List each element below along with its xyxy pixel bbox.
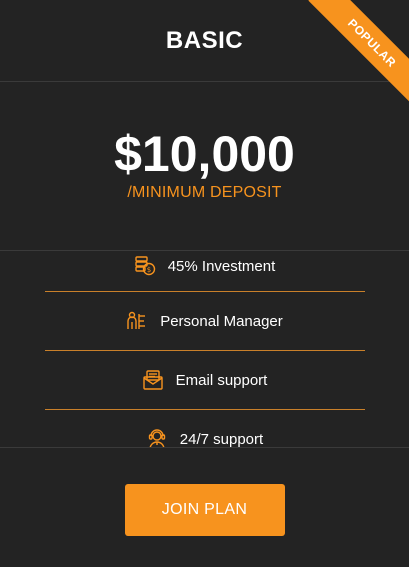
svg-text:$: $ bbox=[146, 266, 150, 274]
support-agent-icon bbox=[146, 428, 168, 447]
manager-icon bbox=[126, 310, 148, 332]
plan-price: $10,000 bbox=[114, 126, 295, 182]
list-item: $ 45% Investment bbox=[44, 251, 365, 292]
list-item: 24/7 support bbox=[45, 410, 365, 448]
feature-label: Personal Manager bbox=[160, 312, 283, 330]
price-caption: /MINIMUM DEPOSIT bbox=[127, 184, 282, 201]
card-footer: JOIN PLAN bbox=[0, 448, 409, 567]
pricing-card: POPULAR BASIC $10,000 /MINIMUM DEPOSIT $… bbox=[0, 0, 409, 567]
email-icon bbox=[142, 369, 164, 391]
price-block: $10,000 /MINIMUM DEPOSIT bbox=[0, 82, 409, 251]
list-item: Email support bbox=[44, 351, 365, 410]
join-plan-button[interactable]: JOIN PLAN bbox=[124, 484, 285, 536]
feature-label: 45% Investment bbox=[167, 257, 276, 275]
money-coin-icon: $ bbox=[134, 255, 156, 277]
feature-list: $ 45% Investment Personal Manager Email … bbox=[0, 251, 409, 448]
feature-label: Email support bbox=[175, 371, 268, 389]
list-item: Personal Manager bbox=[44, 292, 365, 351]
feature-label: 24/7 support bbox=[179, 430, 264, 448]
plan-name: BASIC bbox=[165, 26, 244, 54]
